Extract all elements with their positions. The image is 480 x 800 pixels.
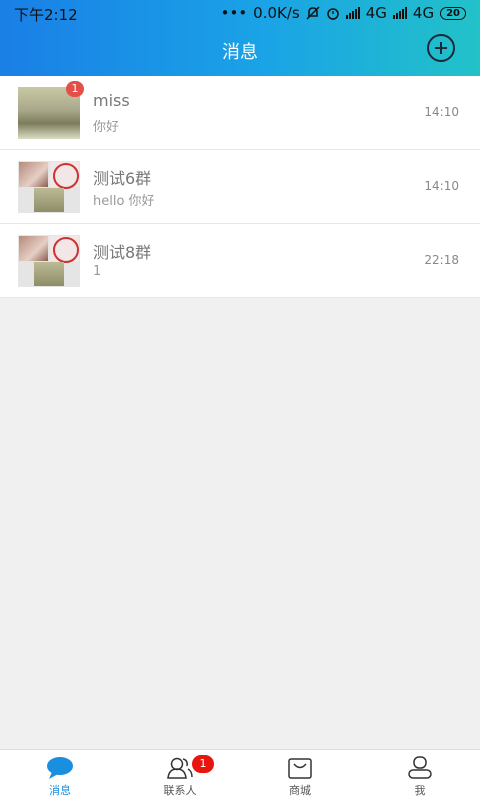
avatar: 1 — [18, 81, 84, 139]
member-avatar — [34, 262, 64, 286]
group-avatar-grid — [18, 161, 80, 213]
chat-preview: hello 你好 — [93, 194, 155, 209]
status-bar: 下午2:12 ••• 0.0K/s 4G 4G 20 — [0, 0, 480, 26]
tab-label: 消息 — [49, 784, 71, 797]
signal-icon — [345, 7, 360, 19]
member-avatar — [19, 236, 48, 261]
group-avatar — [18, 161, 80, 213]
chat-item-miss[interactable]: 1 miss 你好 14:10 — [0, 76, 480, 150]
plus-circle-icon[interactable] — [427, 34, 455, 62]
status-indicators: ••• 0.0K/s 4G 4G 20 — [221, 4, 466, 22]
tab-contacts[interactable]: 1 联系人 — [120, 750, 240, 800]
chat-list: 1 miss 你好 14:10 测试6群 hello 你好 14:10 测试8群… — [0, 76, 480, 298]
chat-item-group-8[interactable]: 测试8群 1 22:18 — [0, 224, 480, 298]
chat-preview: 你好 — [93, 120, 120, 135]
contacts-badge: 1 — [192, 755, 214, 773]
chat-preview: 1 — [93, 264, 102, 279]
status-time: 下午2:12 — [14, 6, 78, 24]
chat-time: 14:10 — [424, 179, 459, 193]
chat-bubble-icon — [47, 757, 73, 779]
group-avatar-grid — [18, 235, 80, 287]
tab-messages[interactable]: 消息 — [0, 750, 120, 800]
tab-label: 联系人 — [163, 784, 197, 797]
signal-icon-2 — [392, 7, 407, 19]
page-title: 消息 — [222, 42, 258, 63]
member-avatar — [34, 188, 64, 212]
unread-badge: 1 — [66, 81, 84, 97]
network-type-2: 4G — [412, 4, 435, 22]
chat-time: 14:10 — [424, 105, 459, 119]
user-icon — [408, 756, 432, 779]
member-avatar — [19, 162, 48, 187]
chat-name: 测试8群 — [93, 243, 152, 262]
chat-time: 22:18 — [424, 253, 459, 267]
tab-me[interactable]: 我 — [360, 750, 480, 800]
stamp-avatar — [50, 236, 79, 263]
alarm-icon — [326, 8, 339, 20]
tab-label: 商城 — [289, 784, 311, 797]
chat-name: miss — [93, 91, 130, 110]
stamp-avatar — [50, 162, 79, 189]
dots-icon: ••• — [220, 4, 248, 22]
battery-indicator: 20 — [440, 6, 466, 20]
contacts-icon — [167, 757, 193, 779]
chat-item-group-6[interactable]: 测试6群 hello 你好 14:10 — [0, 150, 480, 224]
tab-mall[interactable]: 商城 — [240, 750, 360, 800]
app-header: 下午2:12 ••• 0.0K/s 4G 4G 20 消息 — [0, 0, 480, 76]
group-avatar — [18, 235, 80, 287]
mute-bell-icon — [306, 6, 320, 20]
bottom-tab-bar: 消息 1 联系人 商城 我 — [0, 749, 480, 800]
tab-label: 我 — [414, 784, 426, 797]
net-speed: 0.0K/s — [253, 4, 300, 22]
chat-name: 测试6群 — [93, 169, 152, 188]
network-type-1: 4G — [365, 4, 387, 22]
shopping-bag-icon — [288, 758, 312, 779]
